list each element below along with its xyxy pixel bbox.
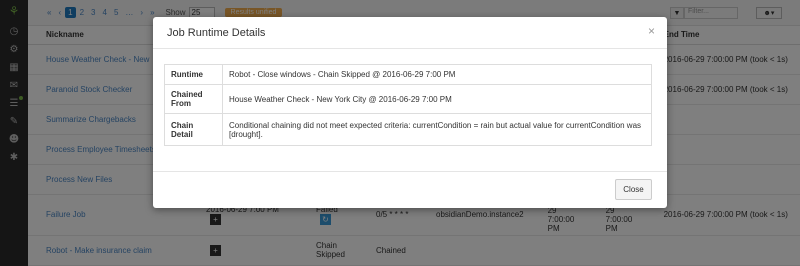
detail-label: Chain Detail xyxy=(164,113,223,146)
detail-label: Runtime xyxy=(164,64,223,85)
close-icon[interactable]: × xyxy=(648,24,655,38)
detail-label: Chained From xyxy=(164,84,223,114)
detail-row-chain-detail: Chain Detail Conditional chaining did no… xyxy=(164,113,652,146)
details-table: Runtime Robot - Close windows - Chain Sk… xyxy=(164,64,652,146)
close-button[interactable]: Close xyxy=(615,179,652,200)
modal-footer: Close xyxy=(153,171,667,208)
detail-value: Robot - Close windows - Chain Skipped @ … xyxy=(222,64,652,85)
detail-row-chained-from: Chained From House Weather Check - New Y… xyxy=(164,84,652,114)
detail-value: Conditional chaining did not meet expect… xyxy=(222,113,652,146)
modal-header: Job Runtime Details × xyxy=(153,17,667,49)
job-runtime-details-dialog: Job Runtime Details × Runtime Robot - Cl… xyxy=(153,17,667,208)
detail-row-runtime: Runtime Robot - Close windows - Chain Sk… xyxy=(164,64,652,85)
modal-body: Runtime Robot - Close windows - Chain Sk… xyxy=(153,49,667,146)
detail-value: House Weather Check - New York City @ 20… xyxy=(222,84,652,114)
modal-title: Job Runtime Details xyxy=(167,26,266,39)
